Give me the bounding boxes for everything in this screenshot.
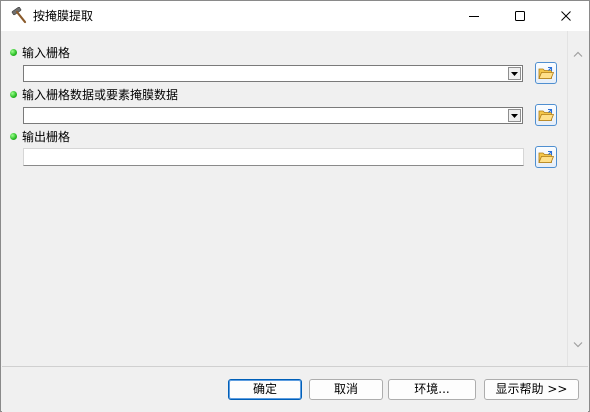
minimize-button[interactable] xyxy=(451,1,497,31)
required-indicator-icon xyxy=(10,91,17,98)
close-button[interactable] xyxy=(543,1,589,31)
title-bar[interactable]: 按掩膜提取 xyxy=(1,1,589,31)
mask-data-combo[interactable] xyxy=(23,107,523,124)
output-raster-browse-button[interactable] xyxy=(535,146,557,168)
open-folder-icon xyxy=(538,108,554,121)
scroll-up-icon[interactable] xyxy=(571,47,585,61)
open-folder-icon xyxy=(538,150,554,163)
parameters-panel: 输入栅格 输入栅格数据或要素掩膜数据 输出栅格 xyxy=(2,31,588,366)
input-raster-label: 输入栅格 xyxy=(22,46,71,60)
maximize-button[interactable] xyxy=(497,1,543,31)
mask-data-browse-button[interactable] xyxy=(535,104,557,126)
required-indicator-icon xyxy=(10,133,17,140)
scroll-down-icon[interactable] xyxy=(571,338,585,352)
dropdown-arrow-icon[interactable] xyxy=(508,109,521,122)
dropdown-arrow-icon[interactable] xyxy=(508,67,521,80)
show-help-button[interactable]: 显示帮助 >> xyxy=(484,379,579,400)
dialog-button-bar: 确定 取消 环境... 显示帮助 >> xyxy=(2,366,588,412)
environments-button[interactable]: 环境... xyxy=(388,379,476,400)
minimize-icon xyxy=(469,16,479,17)
required-indicator-icon xyxy=(10,49,17,56)
vertical-scrollbar[interactable] xyxy=(568,31,588,366)
tool-dialog: 按掩膜提取 输入栅格 输入栅格数据或要素掩膜数据 输出栅格 确定 取消 环境..… xyxy=(0,0,590,412)
close-icon xyxy=(561,11,571,21)
maximize-icon xyxy=(515,11,525,21)
ok-button[interactable]: 确定 xyxy=(228,379,302,400)
output-raster-label: 输出栅格 xyxy=(22,130,71,144)
parameters-area: 输入栅格 输入栅格数据或要素掩膜数据 输出栅格 xyxy=(2,31,568,366)
open-folder-icon xyxy=(538,66,554,79)
window-title: 按掩膜提取 xyxy=(33,9,94,23)
cancel-button[interactable]: 取消 xyxy=(309,379,383,400)
mask-data-label: 输入栅格数据或要素掩膜数据 xyxy=(22,88,179,102)
input-raster-combo[interactable] xyxy=(23,65,523,82)
input-raster-browse-button[interactable] xyxy=(535,62,557,84)
hammer-icon xyxy=(10,6,28,25)
output-raster-input[interactable] xyxy=(23,148,524,166)
